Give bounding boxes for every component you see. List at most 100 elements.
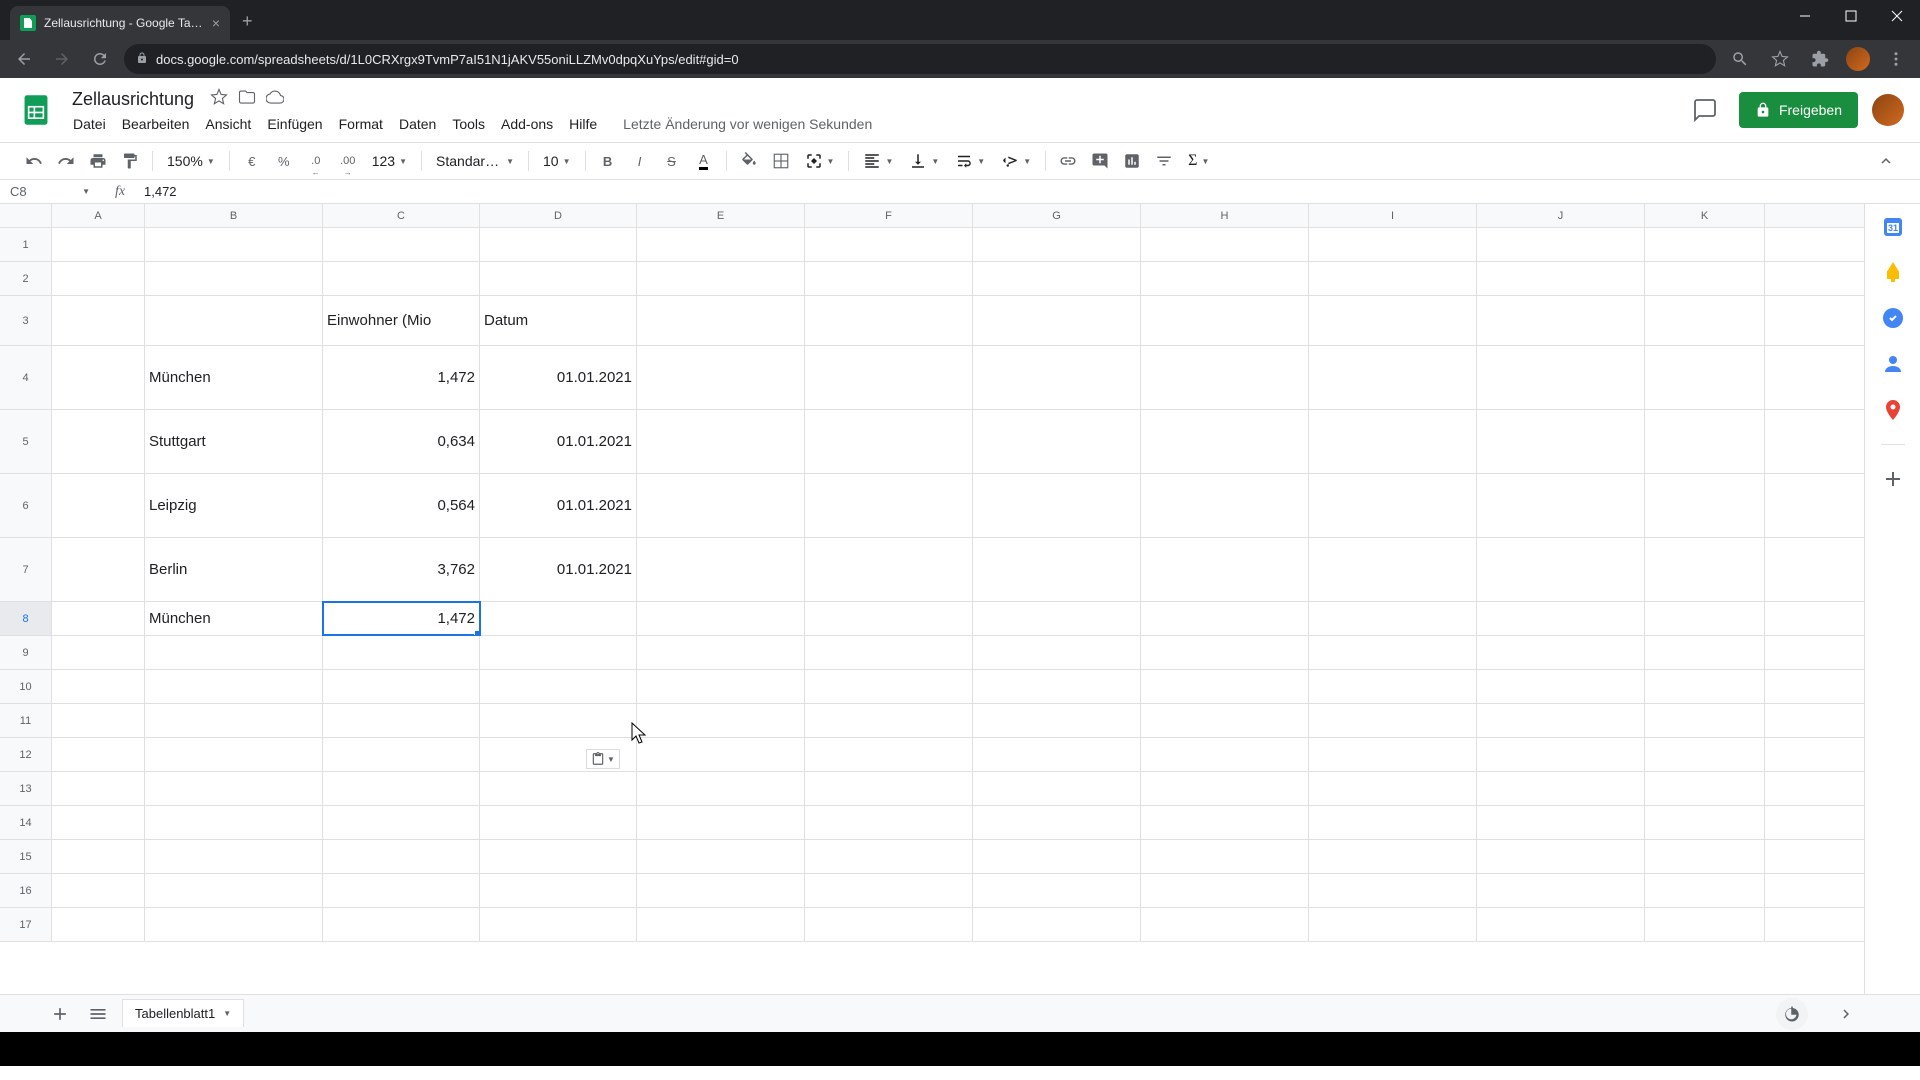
menu-addons[interactable]: Add-ons	[494, 114, 560, 134]
back-button[interactable]	[10, 45, 38, 73]
row-header[interactable]: 7	[0, 538, 52, 601]
cell[interactable]	[1309, 704, 1477, 737]
cell[interactable]: Datum	[480, 296, 637, 345]
cell[interactable]	[805, 296, 973, 345]
cell[interactable]	[973, 806, 1141, 839]
column-header[interactable]: G	[973, 204, 1141, 227]
cell[interactable]	[145, 670, 323, 703]
cell[interactable]	[1477, 228, 1645, 261]
cell[interactable]	[1645, 228, 1765, 261]
zoom-select[interactable]: 150%▼	[161, 149, 221, 173]
cell[interactable]	[1477, 840, 1645, 873]
cell[interactable]	[323, 772, 480, 805]
cell[interactable]	[1309, 772, 1477, 805]
cell[interactable]	[637, 874, 805, 907]
browser-avatar[interactable]	[1846, 47, 1870, 71]
cell[interactable]	[52, 538, 145, 601]
row-header[interactable]: 2	[0, 262, 52, 295]
cell[interactable]: Leipzig	[145, 474, 323, 537]
cell[interactable]	[1141, 296, 1309, 345]
column-header[interactable]: E	[637, 204, 805, 227]
cell[interactable]	[1645, 704, 1765, 737]
contacts-icon[interactable]	[1881, 352, 1905, 376]
undo-button[interactable]	[20, 147, 48, 175]
add-sheet-button[interactable]	[46, 1000, 74, 1028]
column-header[interactable]: H	[1141, 204, 1309, 227]
tasks-icon[interactable]	[1881, 306, 1905, 330]
add-addon-icon[interactable]	[1881, 467, 1905, 491]
cell[interactable]	[805, 738, 973, 771]
redo-button[interactable]	[52, 147, 80, 175]
hide-side-panel-button[interactable]	[1818, 1005, 1874, 1023]
window-close[interactable]	[1874, 0, 1920, 32]
bookmark-icon[interactable]	[1766, 45, 1794, 73]
cell[interactable]	[805, 840, 973, 873]
cell[interactable]	[52, 908, 145, 941]
cell[interactable]	[973, 262, 1141, 295]
cell[interactable]	[1309, 474, 1477, 537]
row-header[interactable]: 17	[0, 908, 52, 941]
cell[interactable]	[805, 874, 973, 907]
column-header[interactable]: A	[52, 204, 145, 227]
cell[interactable]	[323, 704, 480, 737]
menu-bearbeiten[interactable]: Bearbeiten	[115, 114, 197, 134]
cell[interactable]	[1309, 670, 1477, 703]
sheets-logo[interactable]	[16, 90, 56, 130]
cell[interactable]	[1309, 840, 1477, 873]
paint-format-button[interactable]	[116, 147, 144, 175]
cell[interactable]	[973, 474, 1141, 537]
all-sheets-button[interactable]	[84, 1000, 112, 1028]
cell[interactable]	[973, 840, 1141, 873]
cell[interactable]	[52, 296, 145, 345]
cell[interactable]	[1309, 636, 1477, 669]
tab-close-icon[interactable]: ×	[212, 15, 220, 31]
cell[interactable]	[973, 636, 1141, 669]
cell[interactable]	[1309, 346, 1477, 409]
cell[interactable]	[480, 228, 637, 261]
cell[interactable]	[1645, 538, 1765, 601]
cell[interactable]	[145, 772, 323, 805]
cell[interactable]	[1477, 602, 1645, 635]
cell[interactable]	[1141, 410, 1309, 473]
cell[interactable]	[1141, 874, 1309, 907]
cell[interactable]	[637, 738, 805, 771]
cell[interactable]	[52, 228, 145, 261]
cell[interactable]	[1477, 738, 1645, 771]
cell[interactable]	[1141, 346, 1309, 409]
cell[interactable]	[1645, 346, 1765, 409]
cell[interactable]	[480, 262, 637, 295]
cell[interactable]	[480, 704, 637, 737]
cell[interactable]	[1645, 474, 1765, 537]
cell[interactable]	[973, 772, 1141, 805]
cell[interactable]	[1477, 670, 1645, 703]
cell[interactable]: 3,762	[323, 538, 480, 601]
cell[interactable]	[480, 602, 637, 635]
cell[interactable]	[1141, 262, 1309, 295]
forward-button[interactable]	[48, 45, 76, 73]
cell[interactable]	[323, 262, 480, 295]
cell[interactable]	[323, 806, 480, 839]
cell[interactable]	[323, 840, 480, 873]
cell[interactable]	[1645, 636, 1765, 669]
cell[interactable]	[637, 908, 805, 941]
cell[interactable]	[1309, 296, 1477, 345]
new-tab-button[interactable]: +	[242, 11, 253, 32]
cell[interactable]	[52, 410, 145, 473]
row-header[interactable]: 6	[0, 474, 52, 537]
row-header[interactable]: 13	[0, 772, 52, 805]
column-header[interactable]: I	[1309, 204, 1477, 227]
cell[interactable]	[145, 840, 323, 873]
menu-datei[interactable]: Datei	[66, 114, 113, 134]
insert-comment-button[interactable]	[1086, 147, 1114, 175]
cell[interactable]	[1477, 538, 1645, 601]
cell[interactable]	[145, 262, 323, 295]
currency-button[interactable]: €	[238, 147, 266, 175]
cell[interactable]	[1645, 908, 1765, 941]
text-color-button[interactable]: A	[690, 147, 718, 175]
column-header[interactable]: D	[480, 204, 637, 227]
cell[interactable]	[637, 636, 805, 669]
cell[interactable]: 0,634	[323, 410, 480, 473]
cell[interactable]	[973, 874, 1141, 907]
row-header[interactable]: 3	[0, 296, 52, 345]
column-header[interactable]: K	[1645, 204, 1765, 227]
